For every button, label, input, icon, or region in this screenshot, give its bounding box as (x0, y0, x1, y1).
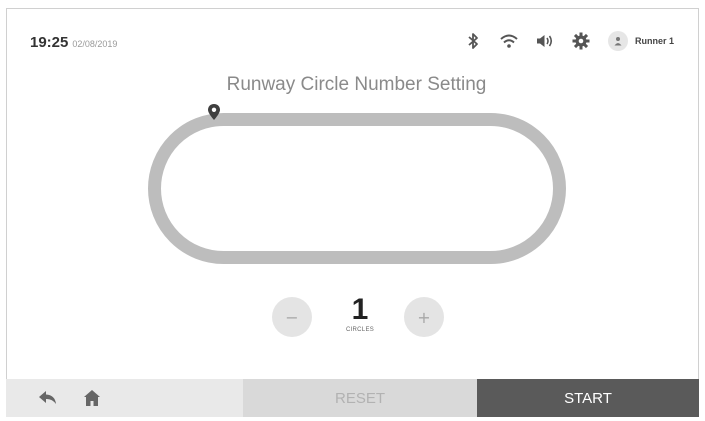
counter-display: 1 CIRCLES (330, 293, 390, 334)
clock-date: 02/08/2019 (72, 39, 118, 49)
increment-button[interactable]: + (404, 297, 444, 337)
back-icon[interactable] (38, 389, 58, 407)
user-icon (608, 31, 628, 51)
wifi-icon[interactable] (498, 30, 520, 52)
runway-track (148, 113, 566, 264)
bluetooth-icon[interactable] (462, 30, 484, 52)
circle-count-value: 1 (351, 293, 369, 326)
decrement-button[interactable]: − (272, 297, 312, 337)
bottom-bar: RESET START (6, 379, 699, 417)
circle-counter: − 1 CIRCLES + (0, 295, 705, 347)
location-pin-icon (208, 104, 220, 120)
clock-time: 19:25 (30, 34, 69, 51)
reset-button[interactable]: RESET (243, 379, 477, 417)
volume-icon[interactable] (534, 30, 556, 52)
clock: 19:25 02/08/2019 (30, 34, 117, 51)
page-title: Runway Circle Number Setting (226, 74, 487, 95)
home-icon[interactable] (82, 389, 102, 407)
user-name: Runner 1 (635, 36, 675, 46)
status-icons: Runner 1 (462, 30, 674, 52)
user-chip[interactable]: Runner 1 (608, 31, 674, 51)
start-button[interactable]: START (477, 379, 699, 417)
settings-icon[interactable] (570, 30, 592, 52)
nav-area (6, 379, 243, 417)
circle-count-unit: CIRCLES (345, 327, 375, 333)
